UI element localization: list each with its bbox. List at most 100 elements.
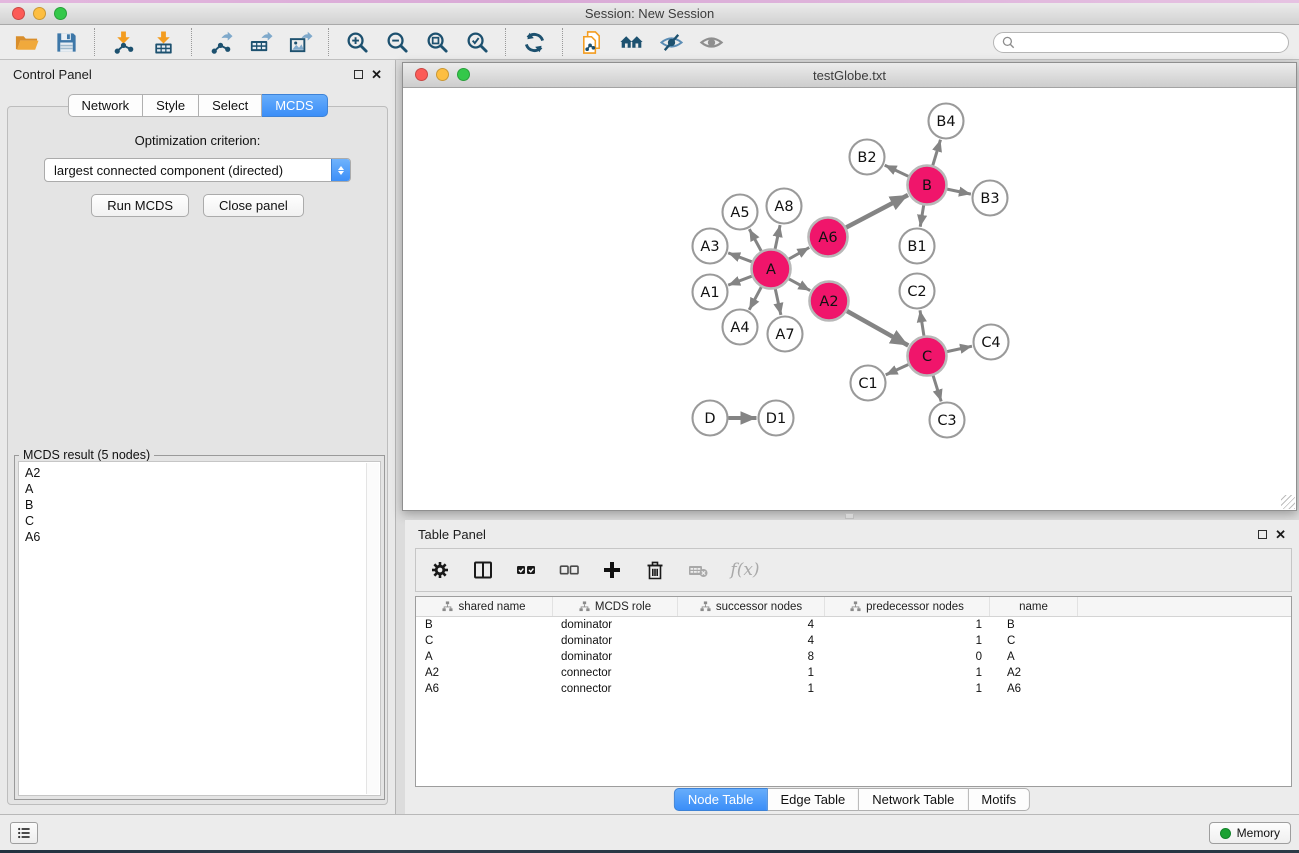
run-mcds-button[interactable]: Run MCDS [91,194,189,217]
table-settings-button[interactable] [427,557,453,583]
edge-B-B2[interactable] [885,165,909,176]
result-scrollbar[interactable] [366,463,379,794]
edge-A-A8[interactable] [775,225,780,249]
first-neighbors-button[interactable] [615,28,647,57]
table-cell: A6 [416,683,553,695]
table-cell: dominator [553,635,678,647]
tab-mcds[interactable]: MCDS [262,94,327,117]
import-table-button[interactable] [147,28,179,57]
hide-selected-button[interactable] [655,28,687,57]
table-cell: connector [553,667,678,679]
mcds-result-list[interactable]: A2ABCA6 [18,461,381,796]
add-column-button[interactable] [599,557,625,583]
tab-network-table[interactable]: Network Table [859,788,968,811]
tab-edge-table[interactable]: Edge Table [767,788,859,811]
tab-select[interactable]: Select [199,94,262,117]
result-item[interactable]: A6 [25,529,380,545]
edge-B-B4[interactable] [933,140,941,166]
table-row[interactable]: A2connector11A2 [416,665,1291,681]
task-history-button[interactable] [10,822,38,844]
column-header-predecessor-nodes[interactable]: predecessor nodes [825,597,990,616]
table-cell: B [990,619,1078,631]
edge-C-C2[interactable] [920,310,924,335]
table-cell: dominator [553,651,678,663]
export-network-button[interactable] [204,28,236,57]
zoom-selected-button[interactable] [461,28,493,57]
zoom-out-button[interactable] [381,28,413,57]
window-resize-grip[interactable] [1281,495,1295,509]
result-item[interactable]: A2 [25,465,380,481]
export-image-button[interactable] [284,28,316,57]
table-cell: A6 [990,683,1078,695]
edge-A6-B[interactable] [846,195,908,228]
result-item[interactable]: B [25,497,380,513]
function-builder-button: f(x) [728,557,762,583]
float-panel-icon[interactable] [354,70,363,79]
delete-column-button[interactable] [642,557,668,583]
zoom-fit-button[interactable] [421,28,453,57]
attribute-type-icon [442,601,453,612]
network-window-title: testGlobe.txt [403,68,1296,83]
new-network-from-selection-button[interactable] [575,28,607,57]
search-box[interactable] [993,32,1289,53]
edge-A-A7[interactable] [775,289,781,315]
close-panel-button[interactable]: Close panel [203,194,304,217]
column-visibility-button[interactable] [470,557,496,583]
control-panel: Control Panel ✕ NetworkStyleSelectMCDS O… [0,60,396,814]
table-cell: 1 [825,667,990,679]
edge-A-A6[interactable] [789,248,809,260]
edge-C-C3[interactable] [933,376,941,402]
edge-A-A3[interactable] [728,253,752,262]
tab-motifs[interactable]: Motifs [968,788,1030,811]
result-item[interactable]: A [25,481,380,497]
column-header-successor-nodes[interactable]: successor nodes [678,597,825,616]
node-label-C4: C4 [981,335,1000,351]
save-session-button[interactable] [50,28,82,57]
node-table[interactable]: shared nameMCDS rolesuccessor nodesprede… [415,596,1292,787]
close-panel-icon[interactable]: ✕ [371,68,382,81]
edge-A2-C[interactable] [847,311,908,346]
tab-style[interactable]: Style [143,94,199,117]
search-input[interactable] [1020,34,1280,50]
table-row[interactable]: Adominator80A [416,649,1291,665]
apply-layout-button[interactable] [518,28,550,57]
table-row[interactable]: Bdominator41B [416,617,1291,633]
table-row[interactable]: A6connector11A6 [416,681,1291,697]
network-canvas[interactable]: A5A8A3A1A4A7AA6A2B2B4B3B1BC2C4C3C1CDD1 [403,88,1296,510]
main-toolbar [0,25,1299,60]
import-network-button[interactable] [107,28,139,57]
edge-B-B1[interactable] [920,205,924,227]
column-header-name[interactable]: name [990,597,1078,616]
function-builder-icon: f(x) [730,560,759,580]
mcds-result-title: MCDS result (5 nodes) [19,448,154,462]
table-row[interactable]: Cdominator41C [416,633,1291,649]
export-table-button[interactable] [244,28,276,57]
float-table-panel-icon[interactable] [1258,530,1267,539]
deselect-all-rows-button[interactable] [556,557,582,583]
edge-A-A4[interactable] [749,287,761,310]
memory-button[interactable]: Memory [1209,822,1291,844]
tab-network[interactable]: Network [67,94,143,117]
edge-A-A5[interactable] [749,229,761,251]
edge-C-C4[interactable] [947,346,972,351]
tab-node-table[interactable]: Node Table [674,788,768,811]
node-label-A1: A1 [700,285,719,301]
network-window-titlebar[interactable]: testGlobe.txt [403,63,1296,88]
node-label-D: D [704,411,715,427]
panel-splitter-handle[interactable] [845,513,854,519]
select-all-rows-button[interactable] [513,557,539,583]
edge-A-A1[interactable] [728,276,752,285]
criterion-dropdown[interactable]: largest connected component (directed) [44,158,351,182]
column-header-MCDS-role[interactable]: MCDS role [553,597,678,616]
show-all-button[interactable] [695,28,727,57]
open-session-button[interactable] [10,28,42,57]
edge-C-C1[interactable] [886,365,909,375]
zoom-in-button[interactable] [341,28,373,57]
column-header-shared-name[interactable]: shared name [416,597,553,616]
result-item[interactable]: C [25,513,380,529]
edge-B-B3[interactable] [947,189,971,194]
column-label: name [1019,601,1048,613]
edge-A-A2[interactable] [789,279,810,291]
close-table-panel-icon[interactable]: ✕ [1275,528,1286,541]
optimization-criterion-label: Optimization criterion: [8,133,387,148]
